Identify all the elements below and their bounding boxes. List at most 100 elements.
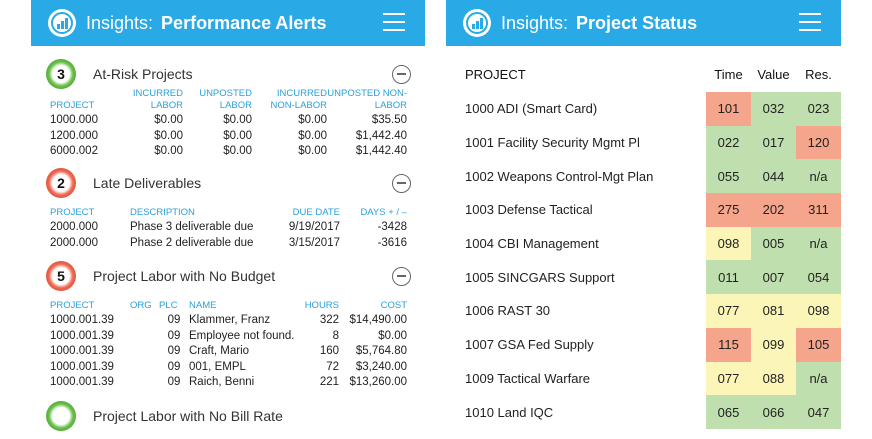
res-score: 047 xyxy=(796,395,841,429)
table-cell xyxy=(130,360,159,376)
time-score: 098 xyxy=(706,226,751,261)
alert-title: Late Deliverables xyxy=(93,175,202,191)
table-cell: $0.00 xyxy=(298,145,327,157)
alert-title: Project Labor with No Budget xyxy=(93,268,276,284)
alert-header-late-deliverables[interactable]: 2 Late Deliverables xyxy=(46,168,411,198)
project-row[interactable]: 1000 ADI (Smart Card) 101 032 023 xyxy=(446,92,841,126)
app-brand: Insights: xyxy=(86,12,154,33)
alert-title: At-Risk Projects xyxy=(93,66,193,82)
table-cell: $13,260.00 xyxy=(349,376,407,388)
res-score: 023 xyxy=(796,92,841,126)
collapse-icon[interactable] xyxy=(392,266,411,286)
project-name: 1010 Land IQC xyxy=(465,404,554,420)
table-cell: $0.00 xyxy=(298,114,327,126)
alert-count-badge: 5 xyxy=(46,261,76,291)
table-cell xyxy=(130,375,159,391)
table-cell: 9/19/2017 xyxy=(288,221,340,233)
table-cell xyxy=(130,313,159,329)
project-name: 1003 Defense Tactical xyxy=(465,202,593,218)
alert-header-labor-no-budget[interactable]: 5 Project Labor with No Budget xyxy=(46,261,411,291)
res-score: n/a xyxy=(796,361,841,396)
value-score: 032 xyxy=(751,92,796,126)
table-row[interactable]: 1000.001.39 09 Raich, Benni 221 $13,260.… xyxy=(50,375,407,391)
table-cell: 001, EMPL xyxy=(189,360,246,373)
table-cell: Craft, Mario xyxy=(189,345,250,357)
table-cell: 09 xyxy=(167,345,181,357)
table-cell: -3616 xyxy=(377,236,407,249)
table-cell: 1000.001.39 xyxy=(50,314,114,326)
table-row[interactable]: 1000.001.39 09 Klammer, Franz 322 $14,49… xyxy=(50,313,407,329)
project-row[interactable]: 1002 Weapons Control-Mgt Plan 055 044 n/a xyxy=(446,159,841,194)
time-score: 077 xyxy=(706,294,751,328)
table-cell xyxy=(130,344,159,360)
project-row[interactable]: 1005 SINCGARS Support 011 007 054 xyxy=(446,260,841,295)
collapse-icon[interactable] xyxy=(392,64,411,84)
table-cell: 322 xyxy=(319,314,339,326)
alert-header-labor-no-bill-rate[interactable]: Project Labor with No Bill Rate xyxy=(46,401,411,431)
late-deliverables-table: PROJECT DESCRIPTION DUE DATE DAYS + / – … xyxy=(50,207,407,251)
labor-no-budget-table: PROJECT ORG PLC NAME HOURS COST 1000.001… xyxy=(50,300,407,391)
time-score: 275 xyxy=(706,193,751,227)
column-header: NAME xyxy=(189,300,217,311)
table-row[interactable]: 1200.000 $0.00 $0.00 $0.00 $1,442.40 xyxy=(50,129,407,145)
table-cell: $0.00 xyxy=(223,145,252,157)
table-row[interactable]: 1000.001.39 09 Employee not found. 8 $0.… xyxy=(50,329,407,345)
table-cell: Raich, Benni xyxy=(189,376,255,388)
project-row[interactable]: 1006 RAST 30 077 081 098 xyxy=(446,294,841,328)
hamburger-menu-icon[interactable] xyxy=(799,13,821,33)
insights-logo-icon xyxy=(463,9,491,37)
column-header: HOURS xyxy=(304,300,339,311)
column-header: PROJECT xyxy=(50,300,95,311)
project-row[interactable]: 1009 Tactical Warfare 077 088 n/a xyxy=(446,361,841,396)
res-score: n/a xyxy=(796,226,841,261)
table-cell: 8 xyxy=(332,329,339,342)
project-row[interactable]: 1003 Defense Tactical 275 202 311 xyxy=(446,193,841,227)
value-score: 017 xyxy=(751,125,796,160)
time-score: 055 xyxy=(706,159,751,194)
project-row[interactable]: 1001 Facility Security Mgmt Pl 022 017 120 xyxy=(446,125,841,160)
table-cell: $1,442.40 xyxy=(355,129,407,142)
table-cell: $14,490.00 xyxy=(349,314,407,326)
table-cell: Phase 3 deliverable due xyxy=(130,221,254,233)
res-score: 098 xyxy=(796,294,841,328)
app-bar: Insights: Project Status xyxy=(446,0,841,46)
table-cell: 2000.000 xyxy=(50,221,98,233)
alert-header-at-risk[interactable]: 3 At-Risk Projects xyxy=(46,59,411,89)
table-row[interactable]: 6000.002 $0.00 $0.00 $0.00 $1,442.40 xyxy=(50,144,407,160)
table-row[interactable]: 2000.000 Phase 2 deliverable due 3/15/20… xyxy=(50,236,407,252)
table-cell: 160 xyxy=(319,345,339,357)
table-row[interactable]: 1000.001.39 09 Craft, Mario 160 $5,764.8… xyxy=(50,344,407,360)
table-cell: Employee not found. xyxy=(189,329,295,342)
table-cell: $0.00 xyxy=(154,129,183,142)
performance-alerts-panel: Insights: Performance Alerts 3 At-Risk P… xyxy=(31,0,425,439)
table-row[interactable]: 2000.000 Phase 3 deliverable due 9/19/20… xyxy=(50,220,407,236)
hamburger-menu-icon[interactable] xyxy=(383,13,405,33)
table-row[interactable]: 1000.001.39 09 001, EMPL 72 $3,240.00 xyxy=(50,360,407,376)
column-header: DUE DATE xyxy=(292,207,340,218)
table-cell: $1,442.40 xyxy=(355,145,407,157)
project-row[interactable]: 1010 Land IQC 065 066 047 xyxy=(446,395,841,429)
alert-title: Project Labor with No Bill Rate xyxy=(93,408,283,424)
column-header: COST xyxy=(380,300,407,311)
table-row[interactable]: 1000.000 $0.00 $0.00 $0.00 $35.50 xyxy=(50,113,407,129)
column-header: UNPOSTED NON-LABOR xyxy=(327,88,407,111)
table-cell: 3/15/2017 xyxy=(288,236,340,249)
time-score: 115 xyxy=(706,327,751,362)
table-cell xyxy=(130,329,159,345)
column-header-time: Time xyxy=(714,66,743,82)
project-row[interactable]: 1007 GSA Fed Supply 115 099 105 xyxy=(446,327,841,362)
value-score: 007 xyxy=(751,260,796,295)
alert-count-badge xyxy=(46,401,76,431)
value-score: 088 xyxy=(751,361,796,396)
project-name: 1004 CBI Management xyxy=(465,236,599,252)
column-header: PROJECT xyxy=(50,100,95,111)
collapse-icon[interactable] xyxy=(392,173,411,193)
table-cell: 1000.000 xyxy=(50,114,98,126)
column-header: DESCRIPTION xyxy=(130,207,195,218)
project-status-panel: Insights: Project Status PROJECT Time Va… xyxy=(446,0,841,439)
table-cell: $3,240.00 xyxy=(355,360,407,373)
project-name: 1000 ADI (Smart Card) xyxy=(465,101,598,117)
project-row[interactable]: 1004 CBI Management 098 005 n/a xyxy=(446,226,841,261)
table-cell: $0.00 xyxy=(378,329,407,342)
column-header-value: Value xyxy=(757,66,790,82)
